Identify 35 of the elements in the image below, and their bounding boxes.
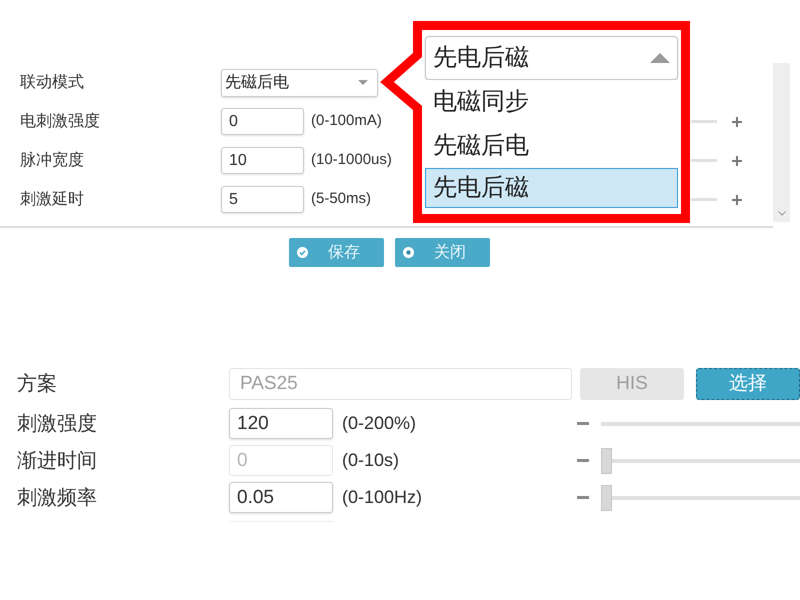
- number-field[interactable]: 5: [221, 186, 304, 213]
- field-label: 脉冲宽度: [20, 152, 84, 168]
- range-hint: (0-100Hz): [342, 487, 422, 507]
- mode-select-enlarged[interactable]: 先电后磁: [425, 36, 678, 80]
- number-field[interactable]: 0.05: [229, 482, 333, 513]
- range-hint: (10-1000us): [311, 150, 392, 170]
- minus-icon[interactable]: [577, 459, 589, 462]
- minus-icon[interactable]: [577, 496, 589, 499]
- slider-thumb[interactable]: [601, 484, 612, 510]
- field-label: 渐进时间: [17, 450, 97, 472]
- field-label: 联动模式: [20, 74, 84, 90]
- dot-circle-icon: [403, 247, 414, 258]
- plus-icon[interactable]: [732, 156, 742, 166]
- range-hint: (0-10s): [342, 450, 400, 470]
- number-field[interactable]: 120: [229, 408, 333, 439]
- scrollbar[interactable]: [773, 63, 790, 222]
- check-circle-icon: [297, 247, 308, 258]
- caret-down-icon: [358, 80, 368, 85]
- field-label: 刺激频率: [17, 486, 97, 508]
- number-field[interactable]: 10: [221, 147, 304, 174]
- minus-icon[interactable]: [577, 422, 589, 425]
- field-label: 电刺激强度: [20, 112, 100, 130]
- field-label: 方案: [17, 373, 57, 395]
- dropdown-option[interactable]: 先电后磁: [425, 168, 678, 208]
- field-label: 刺激强度: [17, 412, 97, 434]
- range-hint: (0-200%): [342, 413, 416, 433]
- field-label: 刺激延时: [20, 190, 84, 208]
- plus-icon[interactable]: [732, 116, 742, 126]
- plus-icon[interactable]: [732, 194, 742, 204]
- mode-select[interactable]: 先磁后电: [221, 68, 378, 96]
- caret-up-icon: [650, 53, 670, 63]
- number-field[interactable]: 0: [221, 108, 304, 135]
- range-hint: (0-100mA): [311, 111, 382, 132]
- chevron-down-icon[interactable]: [778, 211, 786, 216]
- range-hint: (5-50ms): [311, 189, 372, 210]
